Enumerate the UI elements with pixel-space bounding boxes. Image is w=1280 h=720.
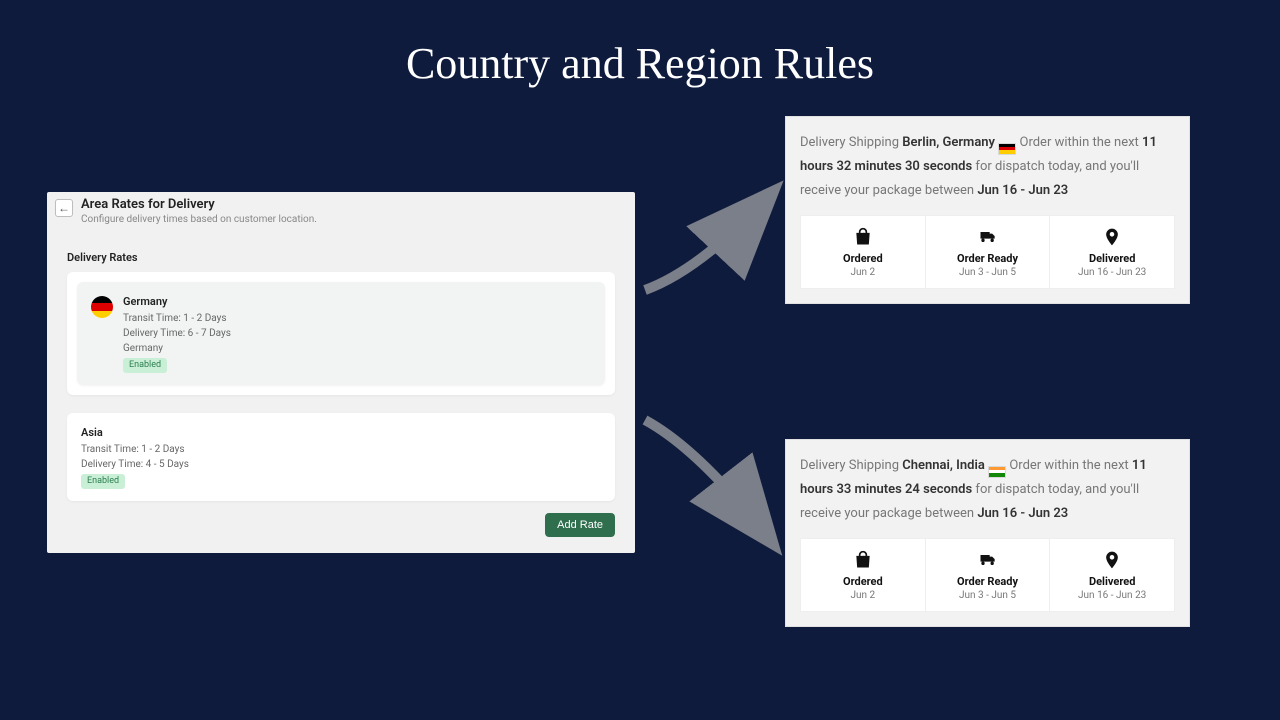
rate-name: Germany	[123, 294, 231, 311]
arrow-connector-icon	[640, 180, 790, 300]
arrow-left-icon: ←	[58, 201, 70, 215]
truck-icon	[930, 549, 1046, 571]
rate-card-asia[interactable]: Asia Transit Time: 1 - 2 Days Delivery T…	[67, 413, 615, 501]
flag-germany-icon	[91, 296, 113, 318]
rate-region: Germany	[123, 341, 231, 356]
arrow-connector-icon	[640, 410, 790, 560]
flag-india-icon	[988, 466, 1006, 478]
status-badge: Enabled	[81, 474, 125, 490]
rate-transit: Transit Time: 1 - 2 Days	[123, 311, 231, 326]
rate-name: Asia	[81, 425, 601, 442]
timeline-step-ready: Order Ready Jun 3 - Jun 5	[925, 539, 1050, 611]
timeline-step-delivered: Delivered Jun 16 - Jun 23	[1049, 216, 1174, 288]
panel-subtitle: Configure delivery times based on custom…	[81, 214, 317, 225]
estimate-text: Delivery Shipping Berlin, Germany Order …	[800, 131, 1175, 203]
panel-header: ← Area Rates for Delivery Configure deli…	[47, 192, 635, 225]
timeline-step-ordered: Ordered Jun 2	[801, 216, 925, 288]
estimate-widget-germany: Delivery Shipping Berlin, Germany Order …	[785, 116, 1190, 304]
truck-icon	[930, 226, 1046, 248]
bag-icon	[805, 549, 921, 571]
delivery-timeline: Ordered Jun 2 Order Ready Jun 3 - Jun 5 …	[800, 215, 1175, 289]
panel-title: Area Rates for Delivery	[81, 197, 317, 212]
flag-germany-icon	[998, 143, 1016, 155]
delivery-timeline: Ordered Jun 2 Order Ready Jun 3 - Jun 5 …	[800, 538, 1175, 612]
timeline-step-ordered: Ordered Jun 2	[801, 539, 925, 611]
estimate-widget-india: Delivery Shipping Chennai, India Order w…	[785, 439, 1190, 627]
add-rate-button[interactable]: Add Rate	[545, 513, 615, 537]
bag-icon	[805, 226, 921, 248]
admin-panel: ← Area Rates for Delivery Configure deli…	[47, 192, 635, 553]
page-title: Country and Region Rules	[0, 0, 1280, 89]
rate-card-germany[interactable]: Germany Transit Time: 1 - 2 Days Deliver…	[67, 272, 615, 395]
rate-delivery: Delivery Time: 4 - 5 Days	[81, 457, 601, 472]
timeline-step-delivered: Delivered Jun 16 - Jun 23	[1049, 539, 1174, 611]
back-button[interactable]: ←	[55, 199, 73, 217]
timeline-step-ready: Order Ready Jun 3 - Jun 5	[925, 216, 1050, 288]
status-badge: Enabled	[123, 358, 167, 374]
estimate-text: Delivery Shipping Chennai, India Order w…	[800, 454, 1175, 526]
pin-icon	[1054, 226, 1170, 248]
section-label: Delivery Rates	[47, 225, 635, 272]
rate-delivery: Delivery Time: 6 - 7 Days	[123, 326, 231, 341]
pin-icon	[1054, 549, 1170, 571]
rate-transit: Transit Time: 1 - 2 Days	[81, 442, 601, 457]
